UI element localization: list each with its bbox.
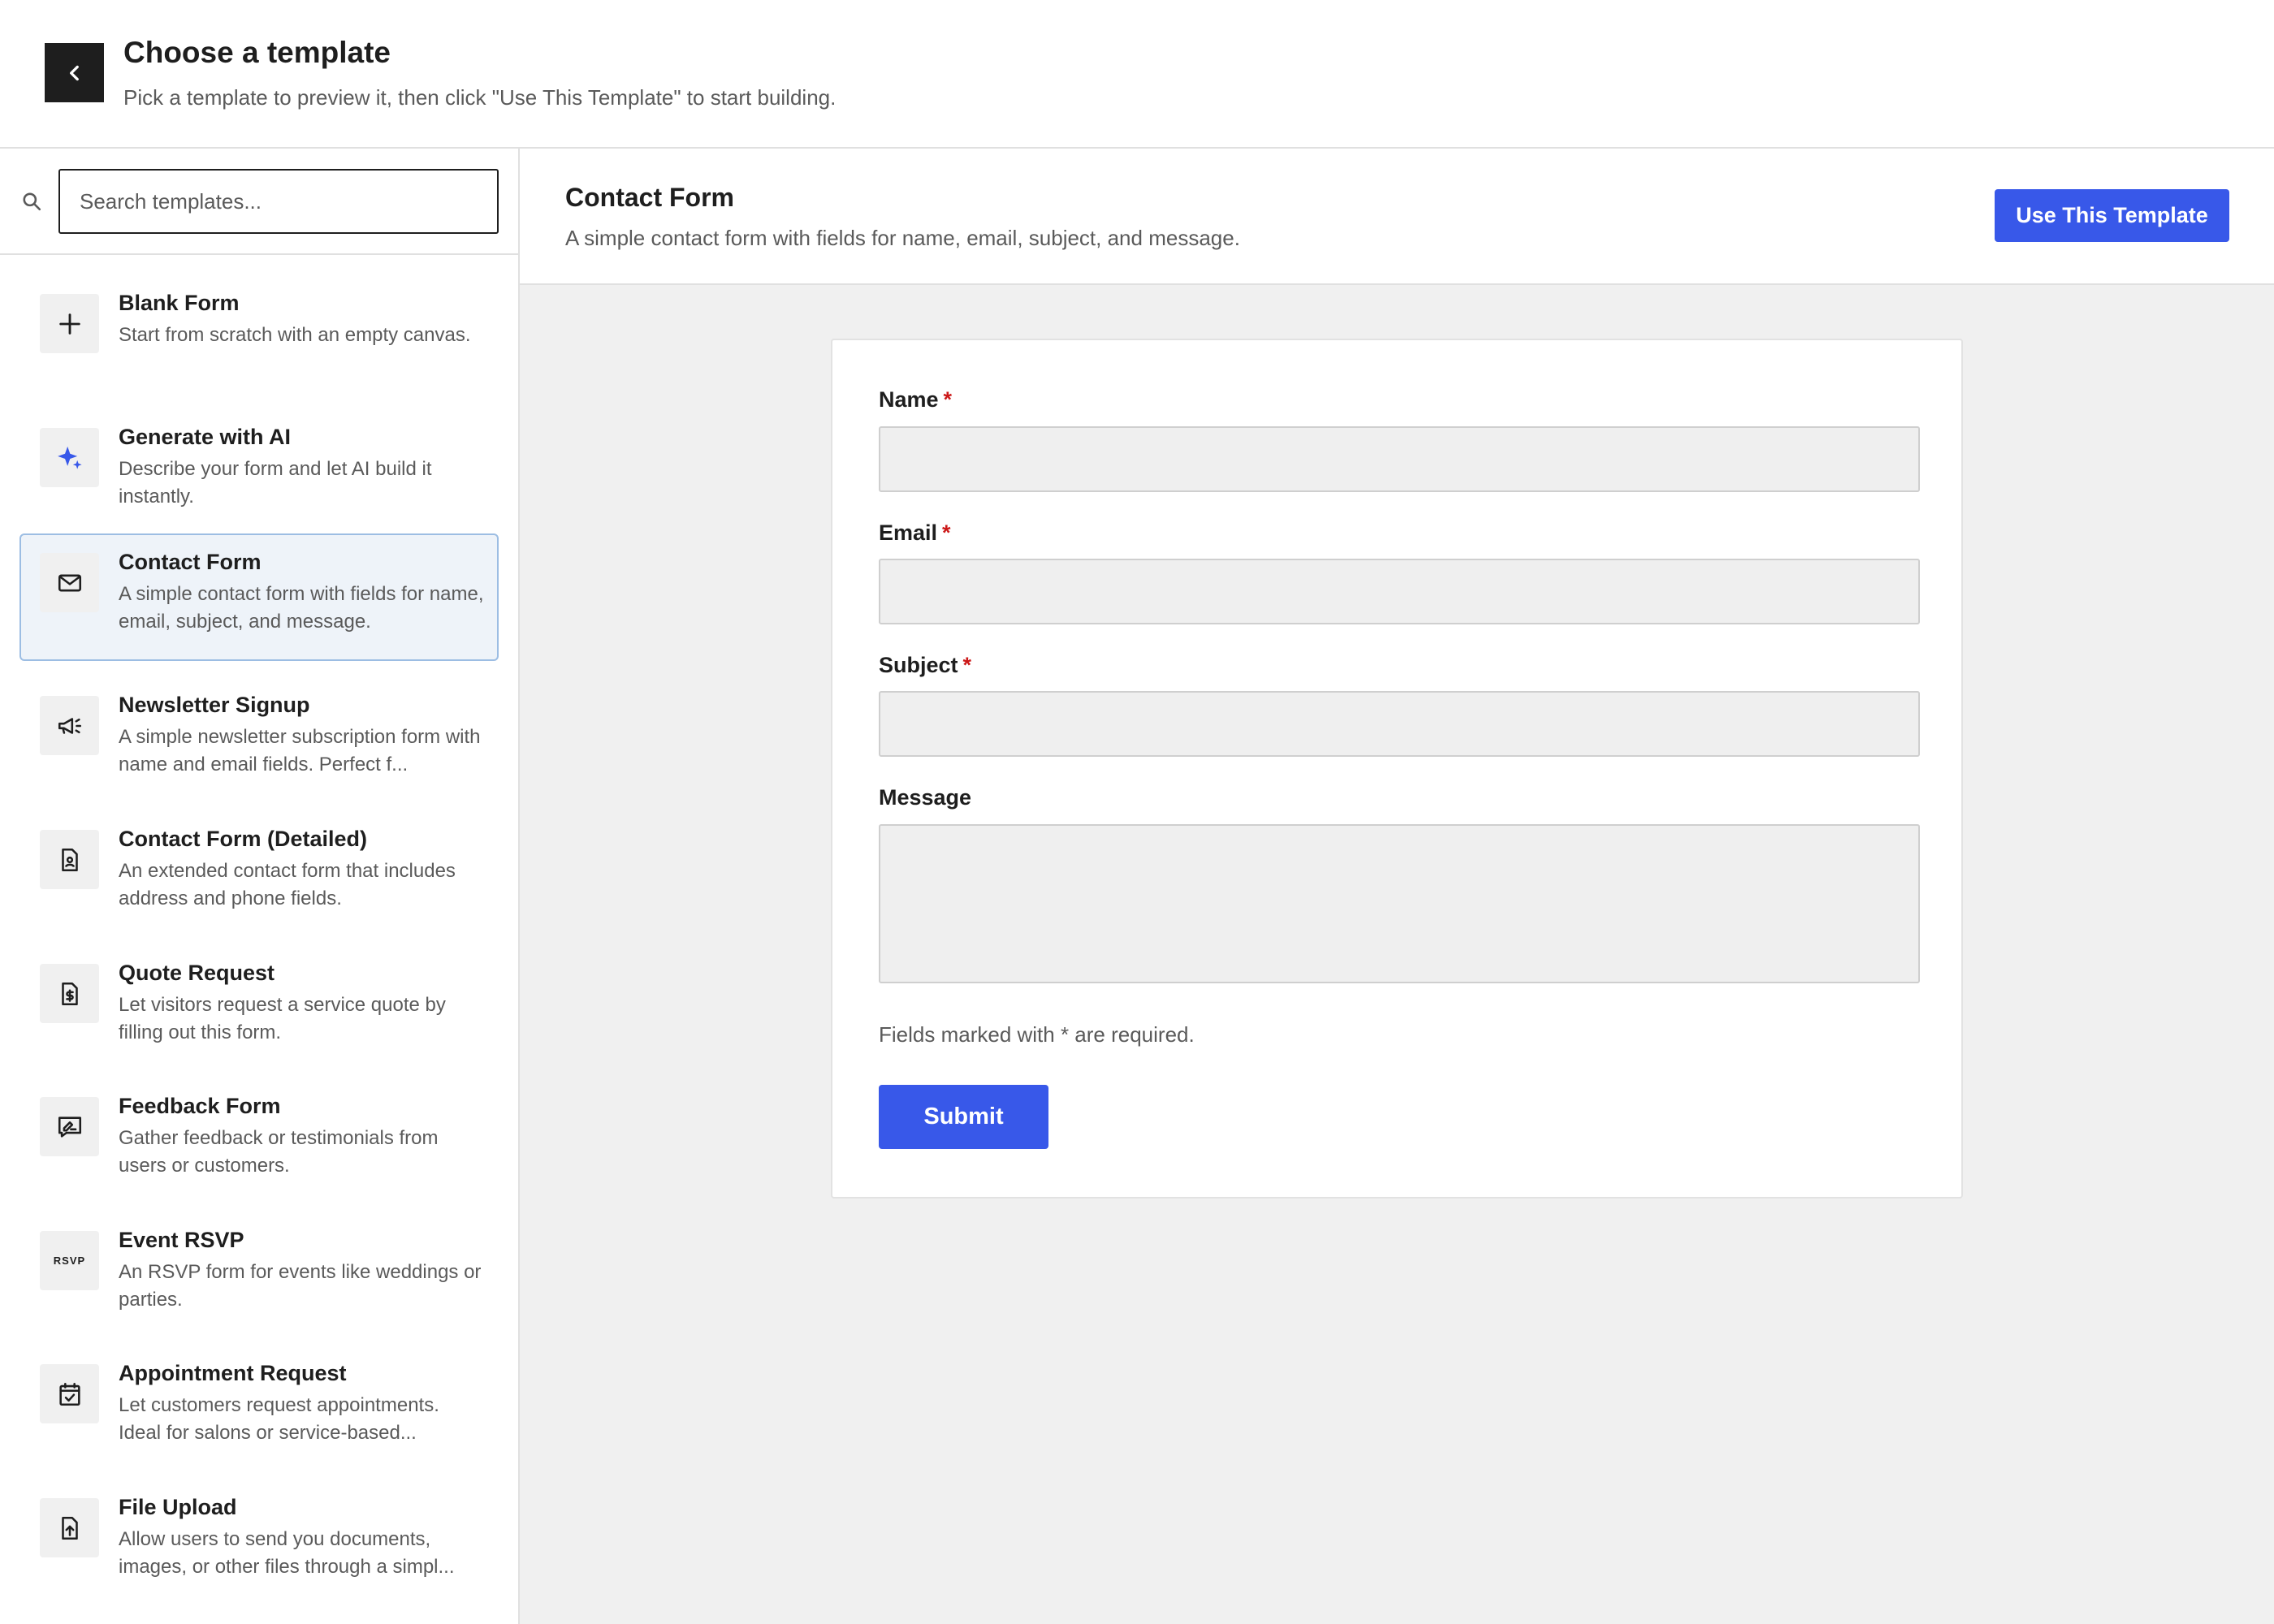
preview-description: A simple contact form with fields for na… xyxy=(565,226,1240,250)
template-title: Newsletter Signup xyxy=(119,693,310,717)
template-title: Appointment Request xyxy=(119,1361,347,1385)
template-description: Start from scratch with an empty canvas. xyxy=(119,324,471,346)
feedback-icon xyxy=(40,1097,99,1156)
template-item-file-upload[interactable]: File Upload Allow users to send you docu… xyxy=(19,1479,499,1606)
field-label-text: Message xyxy=(879,785,972,810)
template-item-generate-with-ai[interactable]: Generate with AI Describe your form and … xyxy=(19,408,499,536)
preview-header: Contact Form A simple contact form with … xyxy=(520,149,2274,285)
form-preview-card: Name * Email * Subject * Message Fields mar… xyxy=(831,339,1963,1199)
template-item-contact-form-detailed[interactable]: Contact Form (Detailed) An extended cont… xyxy=(19,810,499,938)
template-title: Contact Form xyxy=(119,550,262,574)
email-label: Email * xyxy=(879,520,951,546)
template-description: Allow users to send you documents, image… xyxy=(119,1528,455,1578)
required-asterisk: * xyxy=(962,653,972,677)
search-input[interactable] xyxy=(58,169,499,234)
file-upload-icon xyxy=(40,1498,99,1557)
megaphone-icon xyxy=(40,696,99,755)
preview-area: Contact Form A simple contact form with … xyxy=(520,149,2274,1624)
chevron-left-icon xyxy=(69,65,79,80)
name-label: Name * xyxy=(879,387,952,412)
template-description: Gather feedback or testimonials from use… xyxy=(119,1127,439,1177)
message-field[interactable] xyxy=(879,824,1920,983)
rsvp-icon-text: RSVP xyxy=(53,1255,86,1267)
plus-icon xyxy=(40,294,99,353)
template-description: Let customers request appointments. Idea… xyxy=(119,1394,439,1444)
sparkle-icon xyxy=(40,428,99,487)
required-note: Fields marked with * are required. xyxy=(879,1022,1195,1047)
template-item-quote-request[interactable]: Quote Request Let visitors request a ser… xyxy=(19,944,499,1072)
contact-document-icon xyxy=(40,830,99,889)
template-title: Event RSVP xyxy=(119,1228,244,1252)
template-description: A simple contact form with fields for na… xyxy=(119,583,484,633)
template-item-contact-form[interactable]: Contact Form A simple contact form with … xyxy=(19,533,499,661)
template-description: An RSVP form for events like weddings or… xyxy=(119,1261,482,1311)
template-title: Generate with AI xyxy=(119,425,292,449)
template-description: Let visitors request a service quote by … xyxy=(119,994,446,1043)
rsvp-icon: RSVP xyxy=(40,1231,99,1290)
top-bar: Choose a template Pick a template to pre… xyxy=(0,0,2274,149)
subject-label: Subject * xyxy=(879,653,971,678)
dollar-document-icon xyxy=(40,964,99,1023)
template-description: A simple newsletter subscription form wi… xyxy=(119,726,481,775)
message-label: Message xyxy=(879,785,971,810)
template-title: Blank Form xyxy=(119,291,240,315)
back-button[interactable] xyxy=(45,43,104,102)
envelope-icon xyxy=(40,553,99,612)
template-item-feedback-form[interactable]: Feedback Form Gather feedback or testimo… xyxy=(19,1078,499,1205)
calendar-check-icon xyxy=(40,1364,99,1423)
field-label-text: Name xyxy=(879,387,939,412)
field-label-text: Email xyxy=(879,520,938,545)
template-sidebar: Blank Form Start from scratch with an em… xyxy=(0,149,520,1624)
field-label-text: Subject xyxy=(879,653,958,677)
template-item-blank-form[interactable]: Blank Form Start from scratch with an em… xyxy=(19,274,499,402)
template-item-event-rsvp[interactable]: RSVP Event RSVP An RSVP form for events … xyxy=(19,1212,499,1339)
template-item-appointment-request[interactable]: Appointment Request Let customers reques… xyxy=(19,1345,499,1472)
name-field[interactable] xyxy=(879,426,1920,492)
template-description: An extended contact form that includes a… xyxy=(119,860,456,909)
search-icon xyxy=(23,192,41,211)
template-title: Quote Request xyxy=(119,961,275,985)
subject-field[interactable] xyxy=(879,691,1920,757)
search-row xyxy=(0,149,518,255)
required-asterisk: * xyxy=(942,520,951,545)
page-title: Choose a template xyxy=(123,36,391,69)
template-title: Feedback Form xyxy=(119,1094,281,1118)
template-title: Contact Form (Detailed) xyxy=(119,827,368,851)
page-subtitle: Pick a template to preview it, then clic… xyxy=(123,85,837,110)
submit-button[interactable]: Submit xyxy=(879,1085,1048,1149)
template-item-newsletter-signup[interactable]: Newsletter Signup A simple newsletter su… xyxy=(19,676,499,804)
use-template-button[interactable]: Use This Template xyxy=(1995,189,2229,242)
email-field[interactable] xyxy=(879,559,1920,624)
template-title: File Upload xyxy=(119,1495,237,1519)
required-asterisk: * xyxy=(943,387,953,412)
template-description: Describe your form and let AI build it i… xyxy=(119,458,432,508)
preview-title: Contact Form xyxy=(565,183,734,212)
